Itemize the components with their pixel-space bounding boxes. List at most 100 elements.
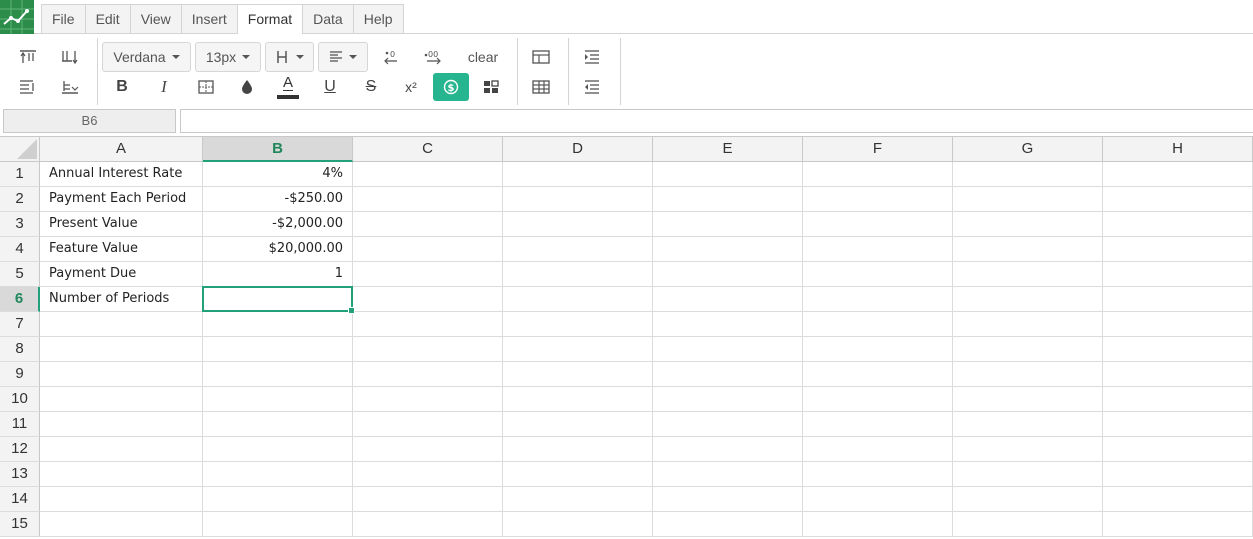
cell-c11[interactable] — [353, 412, 503, 437]
cell-b9[interactable] — [203, 362, 353, 387]
cell-b11[interactable] — [203, 412, 353, 437]
cell-d6[interactable] — [503, 287, 653, 312]
cell-f2[interactable] — [803, 187, 953, 212]
cell-b3[interactable]: -$2,000.00 — [203, 212, 353, 237]
cell-h3[interactable] — [1103, 212, 1253, 237]
cell-d8[interactable] — [503, 337, 653, 362]
cell-h5[interactable] — [1103, 262, 1253, 287]
cell-h7[interactable] — [1103, 312, 1253, 337]
cell-h8[interactable] — [1103, 337, 1253, 362]
increase-decimal-button[interactable]: 00 — [420, 44, 448, 70]
cell-b5[interactable]: 1 — [203, 262, 353, 287]
column-header-b[interactable]: B — [203, 137, 353, 162]
cell-a15[interactable] — [40, 512, 203, 537]
row-header-9[interactable]: 9 — [0, 362, 40, 387]
valign-middle-button[interactable] — [56, 44, 84, 70]
cell-h13[interactable] — [1103, 462, 1253, 487]
cell-f14[interactable] — [803, 487, 953, 512]
cell-a14[interactable] — [40, 487, 203, 512]
cell-f1[interactable] — [803, 162, 953, 187]
cell-a12[interactable] — [40, 437, 203, 462]
text-align-dropdown[interactable] — [318, 42, 368, 72]
cell-e7[interactable] — [653, 312, 803, 337]
row-header-2[interactable]: 2 — [0, 187, 40, 212]
cell-e4[interactable] — [653, 237, 803, 262]
cell-e15[interactable] — [653, 512, 803, 537]
valign-top-button[interactable] — [14, 44, 42, 70]
cell-e2[interactable] — [653, 187, 803, 212]
cell-b10[interactable] — [203, 387, 353, 412]
cell-b8[interactable] — [203, 337, 353, 362]
currency-format-button[interactable]: $ — [433, 73, 469, 101]
cell-h12[interactable] — [1103, 437, 1253, 462]
cell-h6[interactable] — [1103, 287, 1253, 312]
cell-c10[interactable] — [353, 387, 503, 412]
cell-b13[interactable] — [203, 462, 353, 487]
cell-f5[interactable] — [803, 262, 953, 287]
cell-c7[interactable] — [353, 312, 503, 337]
cell-e11[interactable] — [653, 412, 803, 437]
cell-d7[interactable] — [503, 312, 653, 337]
cell-d12[interactable] — [503, 437, 653, 462]
cell-b4[interactable]: $20,000.00 — [203, 237, 353, 262]
strikethrough-button[interactable]: S — [357, 74, 385, 100]
cell-b1[interactable]: 4% — [203, 162, 353, 187]
cell-f15[interactable] — [803, 512, 953, 537]
cell-a3[interactable]: Present Value — [40, 212, 203, 237]
cell-g14[interactable] — [953, 487, 1103, 512]
cell-e9[interactable] — [653, 362, 803, 387]
cell-f6[interactable] — [803, 287, 953, 312]
row-header-6[interactable]: 6 — [0, 287, 40, 312]
cell-d13[interactable] — [503, 462, 653, 487]
cell-c9[interactable] — [353, 362, 503, 387]
indent-decrease-button[interactable] — [578, 74, 606, 100]
clear-format-button[interactable]: clear — [458, 46, 508, 68]
fill-color-button[interactable] — [233, 74, 261, 100]
underline-button[interactable]: U — [316, 74, 344, 100]
cell-h4[interactable] — [1103, 237, 1253, 262]
cell-b2[interactable]: -$250.00 — [203, 187, 353, 212]
text-wrap-button[interactable] — [14, 74, 42, 100]
column-header-e[interactable]: E — [653, 137, 803, 162]
cell-a11[interactable] — [40, 412, 203, 437]
cell-c4[interactable] — [353, 237, 503, 262]
menu-file[interactable]: File — [41, 4, 85, 34]
cell-c1[interactable] — [353, 162, 503, 187]
cell-h1[interactable] — [1103, 162, 1253, 187]
cell-b7[interactable] — [203, 312, 353, 337]
cell-f3[interactable] — [803, 212, 953, 237]
cell-a2[interactable]: Payment Each Period — [40, 187, 203, 212]
cell-g7[interactable] — [953, 312, 1103, 337]
italic-button[interactable]: I — [150, 74, 178, 100]
merge-cells-button[interactable] — [477, 74, 505, 100]
cell-a10[interactable] — [40, 387, 203, 412]
cell-h10[interactable] — [1103, 387, 1253, 412]
menu-insert[interactable]: Insert — [180, 4, 237, 34]
table-grid-button[interactable] — [527, 74, 555, 100]
formula-input[interactable] — [180, 109, 1253, 133]
cell-g1[interactable] — [953, 162, 1103, 187]
cell-e1[interactable] — [653, 162, 803, 187]
cell-e3[interactable] — [653, 212, 803, 237]
cell-g9[interactable] — [953, 362, 1103, 387]
cell-f10[interactable] — [803, 387, 953, 412]
row-header-3[interactable]: 3 — [0, 212, 40, 237]
decrease-decimal-button[interactable]: 0 — [378, 44, 406, 70]
cell-g11[interactable] — [953, 412, 1103, 437]
menu-format[interactable]: Format — [236, 4, 303, 35]
border-button[interactable] — [192, 74, 220, 100]
cell-e14[interactable] — [653, 487, 803, 512]
cell-a6[interactable]: Number of Periods — [40, 287, 203, 312]
cell-g6[interactable] — [953, 287, 1103, 312]
cell-f8[interactable] — [803, 337, 953, 362]
column-header-d[interactable]: D — [503, 137, 653, 162]
cell-a5[interactable]: Payment Due — [40, 262, 203, 287]
cell-e5[interactable] — [653, 262, 803, 287]
cell-g5[interactable] — [953, 262, 1103, 287]
cell-f13[interactable] — [803, 462, 953, 487]
cell-c2[interactable] — [353, 187, 503, 212]
cell-c12[interactable] — [353, 437, 503, 462]
column-header-g[interactable]: G — [953, 137, 1103, 162]
cell-b15[interactable] — [203, 512, 353, 537]
indent-increase-button[interactable] — [578, 44, 606, 70]
